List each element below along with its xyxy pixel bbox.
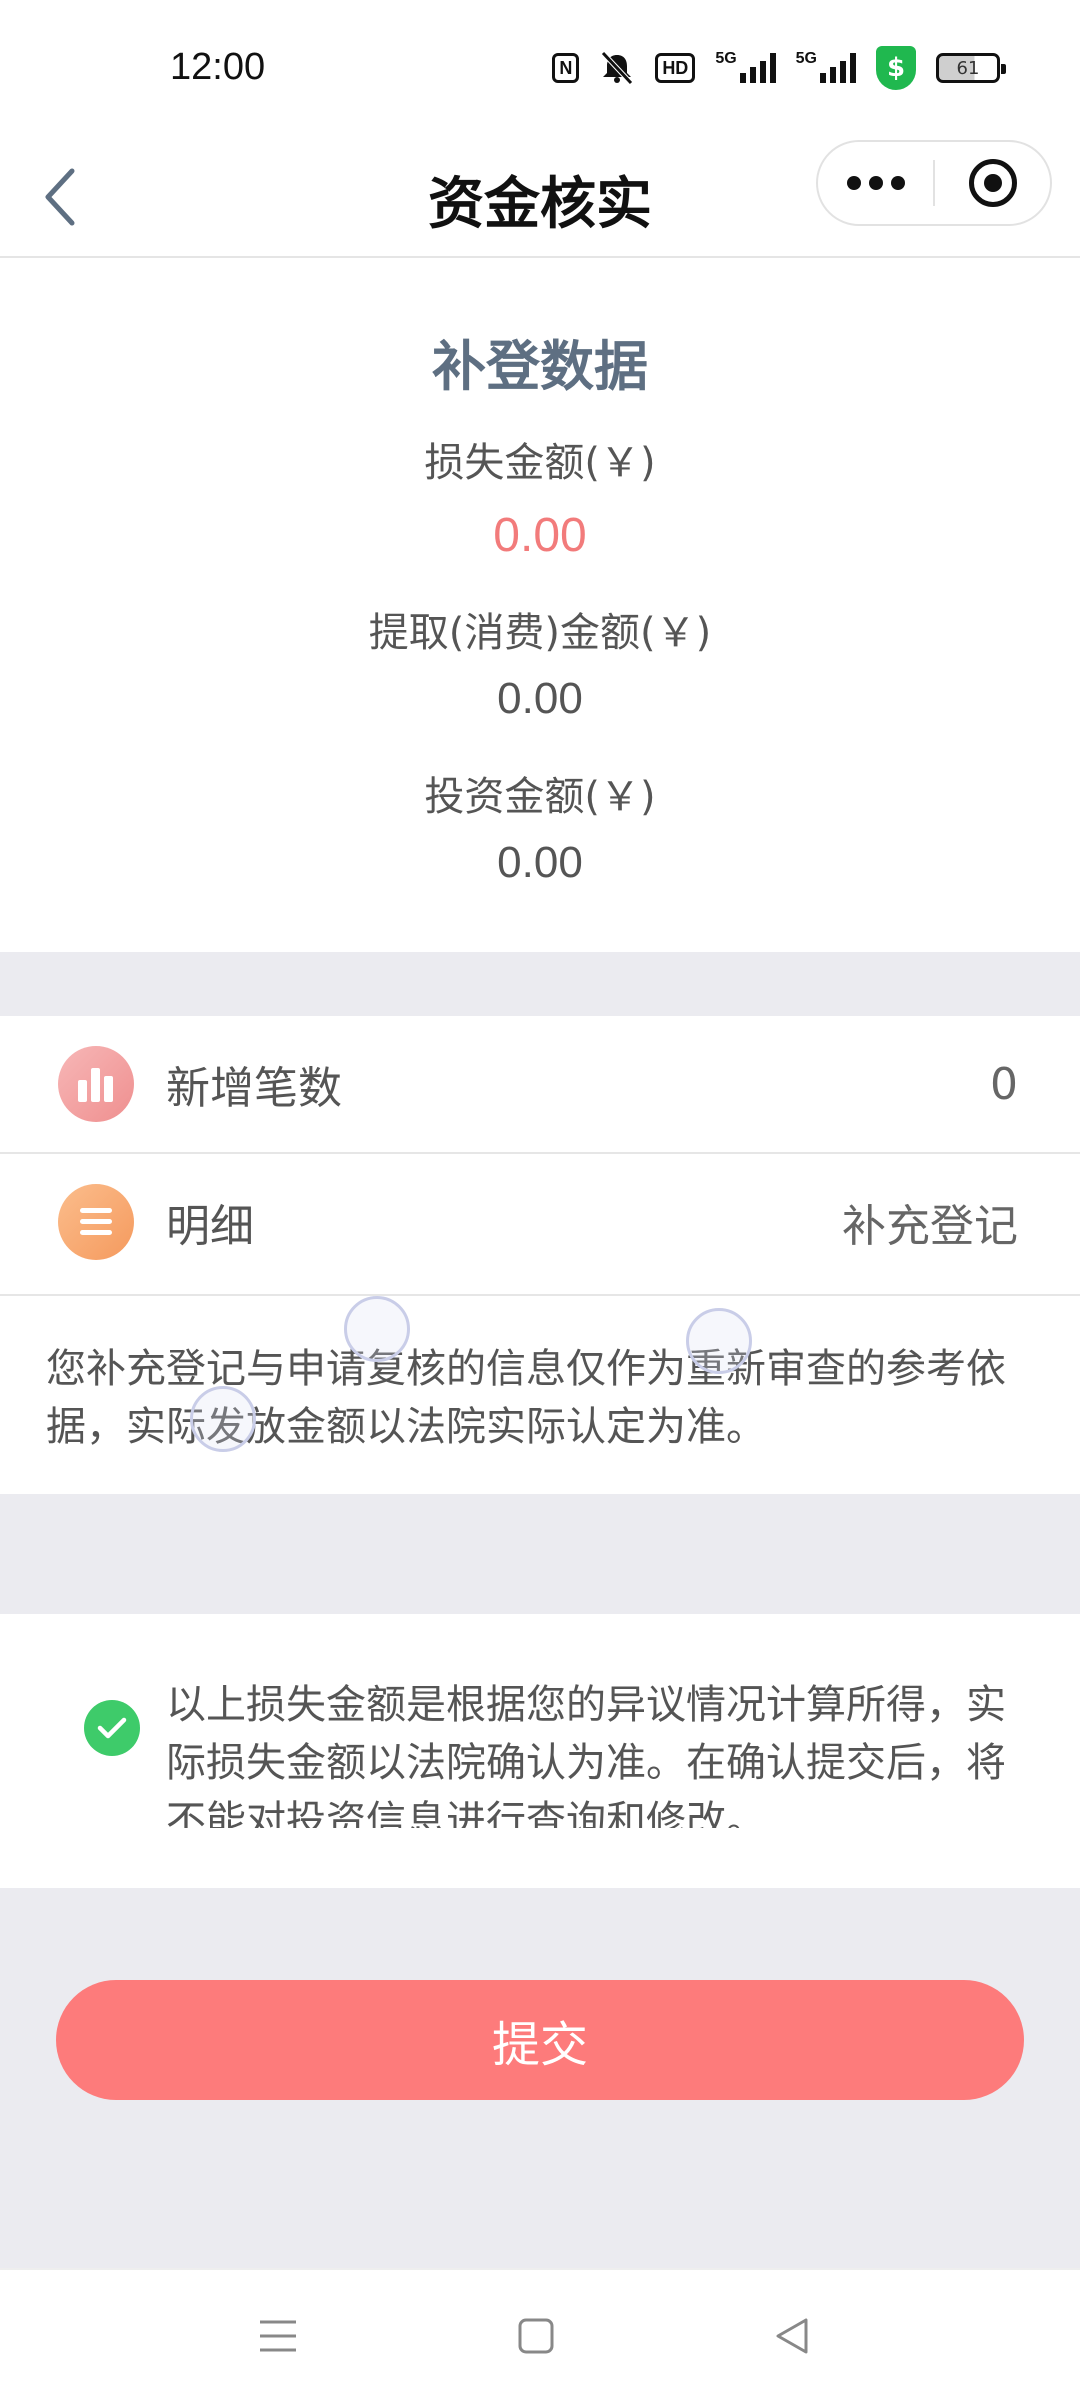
supplementary-registration-link[interactable]: 补充登记 bbox=[842, 1154, 1018, 1290]
mini-program-capsule bbox=[816, 140, 1052, 226]
invest-amount-label: 投资金额(￥) bbox=[424, 774, 656, 820]
signal-5g-icon: 5G bbox=[796, 50, 856, 86]
menu-button[interactable] bbox=[218, 2270, 338, 2400]
section-gap bbox=[0, 952, 1080, 1016]
loss-amount-value: 0.00 bbox=[493, 509, 587, 562]
summary-section: 补登数据 损失金额(￥) 0.00 提取(消费)金额(￥) 0.00 投资金额(… bbox=[0, 260, 1080, 952]
agreement-text: 以上损失金额是根据您的异议情况计算所得，实际损失金额以法院确认为准。在确认提交后… bbox=[166, 1682, 1006, 1828]
target-icon bbox=[968, 159, 1017, 207]
list-icon bbox=[58, 1184, 134, 1260]
more-options-button[interactable] bbox=[818, 142, 933, 224]
more-dots-icon bbox=[868, 176, 883, 190]
agreement-section: 以上损失金额是根据您的异议情况计算所得，实际损失金额以法院确认为准。在确认提交后… bbox=[0, 1614, 1080, 1888]
loss-amount-label: 损失金额(￥) bbox=[424, 440, 656, 486]
checkmark-icon bbox=[97, 1717, 127, 1739]
more-dots-icon bbox=[890, 176, 905, 190]
touch-ripple bbox=[686, 1308, 752, 1374]
back-icon bbox=[776, 2318, 808, 2354]
menu-icon bbox=[260, 2320, 296, 2352]
row-details[interactable]: 明细 补充登记 bbox=[0, 1154, 1080, 1290]
submit-area: 提交 bbox=[0, 1888, 1080, 2268]
system-back-button[interactable] bbox=[732, 2270, 852, 2400]
title-bar: 资金核实 bbox=[0, 140, 1080, 258]
note-section: 您补充登记与申请复核的信息仅作为重新审查的参考依据，实际发放金额以法院实际认定为… bbox=[0, 1296, 1080, 1494]
status-icons: N HD 5G 5G $ 61 bbox=[552, 46, 1006, 90]
back-button[interactable] bbox=[30, 162, 90, 232]
touch-ripple bbox=[190, 1386, 256, 1452]
home-icon bbox=[518, 2318, 554, 2354]
security-shield-icon: $ bbox=[876, 46, 916, 90]
bar-chart-icon bbox=[58, 1046, 134, 1122]
details-label: 明细 bbox=[166, 1201, 254, 1252]
withdraw-amount-label: 提取(消费)金额(￥) bbox=[368, 610, 712, 656]
agreement-checkbox[interactable] bbox=[84, 1700, 140, 1756]
new-count-label: 新增笔数 bbox=[166, 1063, 342, 1114]
nfc-icon: N bbox=[552, 53, 580, 83]
note-text: 您补充登记与申请复核的信息仅作为重新审查的参考依据，实际发放金额以法院实际认定为… bbox=[46, 1346, 1006, 1450]
chevron-left-icon bbox=[45, 168, 75, 226]
battery-icon: 61 bbox=[936, 53, 1006, 83]
signal-5g-icon: 5G bbox=[715, 50, 776, 86]
more-dots-icon bbox=[846, 176, 861, 190]
hd-icon: HD bbox=[655, 53, 696, 83]
invest-amount-value: 0.00 bbox=[497, 838, 583, 887]
submit-button[interactable]: 提交 bbox=[56, 1980, 1024, 2100]
withdraw-amount-value: 0.00 bbox=[497, 674, 583, 723]
status-time: 12:00 bbox=[170, 46, 266, 88]
section-gap bbox=[0, 1494, 1080, 1614]
new-count-value: 0 bbox=[990, 1058, 1018, 1110]
summary-title: 补登数据 bbox=[432, 335, 648, 398]
touch-ripple bbox=[344, 1296, 410, 1362]
system-nav-bar bbox=[0, 2268, 1080, 2400]
row-new-count: 新增笔数 0 bbox=[0, 1016, 1080, 1152]
close-mini-program-button[interactable] bbox=[935, 142, 1050, 224]
home-button[interactable] bbox=[476, 2270, 596, 2400]
mute-icon bbox=[599, 50, 635, 86]
status-bar: 12:00 N HD 5G 5G $ 61 bbox=[0, 0, 1080, 140]
